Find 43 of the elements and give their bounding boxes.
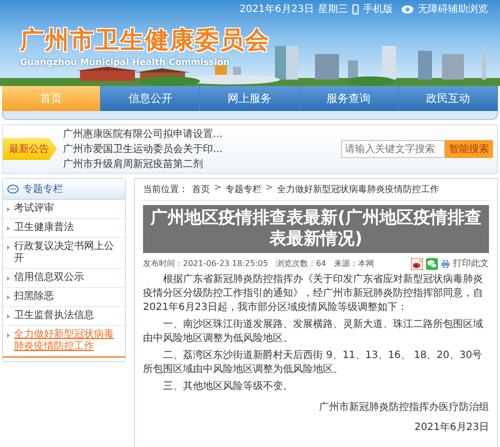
sidebar-item[interactable]: 卫生健康普法 [3, 219, 125, 238]
bullet-icon [7, 333, 10, 338]
print-link[interactable]: 打印此文 [453, 257, 489, 270]
sidebar-item[interactable]: 信用信息双公示 [3, 269, 125, 288]
sidebar-title: 专题专栏 [23, 182, 63, 196]
article-meta: 发布时间：2021-06-23 18:25:05 浏览次数：64 来源：本网 [143, 258, 374, 269]
sidebar-item[interactable]: 行政复议决定书网上公开 [3, 238, 125, 269]
article-signature: 广州市新冠肺炎防控指挥办医疗防治组 [318, 400, 489, 414]
weekday: 星期三 [318, 2, 348, 16]
bullet-icon [7, 295, 10, 300]
breadcrumb-separator: > [266, 183, 274, 195]
article-paragraph: 二、荔湾区东沙街道新爵村天后西街 9、11、13、16、 18、20、30号所包围区域由中风险地区调整为低风险地区。 [143, 349, 484, 377]
breadcrumb-label: 当前位置： [143, 184, 188, 196]
sidebar-item[interactable]: 考试评审 [3, 200, 125, 219]
eye-icon [401, 4, 414, 14]
bullet-icon [7, 245, 10, 250]
bullet-icon [7, 226, 10, 231]
sidebar-item[interactable]: 扫黑除恶 [3, 288, 125, 307]
current-date: 2021年6月23日 [239, 3, 314, 16]
breadcrumb-link[interactable]: 首页 [192, 183, 210, 196]
bullet-icon [7, 276, 10, 281]
site-title: 广州市卫生健康委员会 [20, 25, 270, 56]
article-date: 2021年6月23日 [413, 421, 489, 434]
bullet-icon [7, 314, 10, 319]
weibo-share-icon[interactable] [411, 258, 423, 270]
site-subtitle: Guangzhou Municipal Health Commission [20, 58, 231, 68]
printer-icon [441, 260, 450, 268]
breadcrumb-link[interactable]: 全力做好新型冠状病毒肺炎疫情防控工作 [277, 183, 440, 196]
search-field[interactable]: 请输入关键文字搜索 [341, 140, 445, 158]
bullet-icon [7, 207, 10, 212]
notice-link[interactable]: 广州市升级肩周新冠疫苗第二剂 [63, 157, 203, 171]
notice-label: 最新公告 [3, 138, 57, 160]
breadcrumb-separator: > [214, 183, 222, 195]
notice-link[interactable]: 广州市爱国卫生运动委员会关于印... [63, 142, 223, 156]
sidebar-item[interactable]: 卫生监督执法信息 [3, 307, 125, 326]
phone-icon [352, 4, 359, 14]
article-paragraph: 根据广东省新冠肺炎防控指挥办《关于印发广东省应对新型冠状病毒肺炎疫情分区分级防控工作指引的通知》，经广州市新冠肺炎防控指挥部同意，自2021年6月23日起，我市部分区域疫情风险等级调整如下： [143, 273, 484, 315]
notice-link[interactable]: 广州惠康医院有限公司拟申请设置... [63, 127, 223, 141]
article-paragraph: 三、其他地区风险等级不变。 [162, 380, 294, 394]
breadcrumb-link[interactable]: 专题专栏 [226, 183, 262, 196]
article-paragraph: 一、南沙区珠江街道发展路、发展横路、灵新大道、珠江二路所包围区域由中风险地区调整为低风险地区。 [143, 318, 484, 346]
chat-bubble-icon [7, 184, 19, 194]
title-overlay: 广州地区疫情排查表最新(广州地区疫情排查表最新情况) [143, 205, 489, 253]
